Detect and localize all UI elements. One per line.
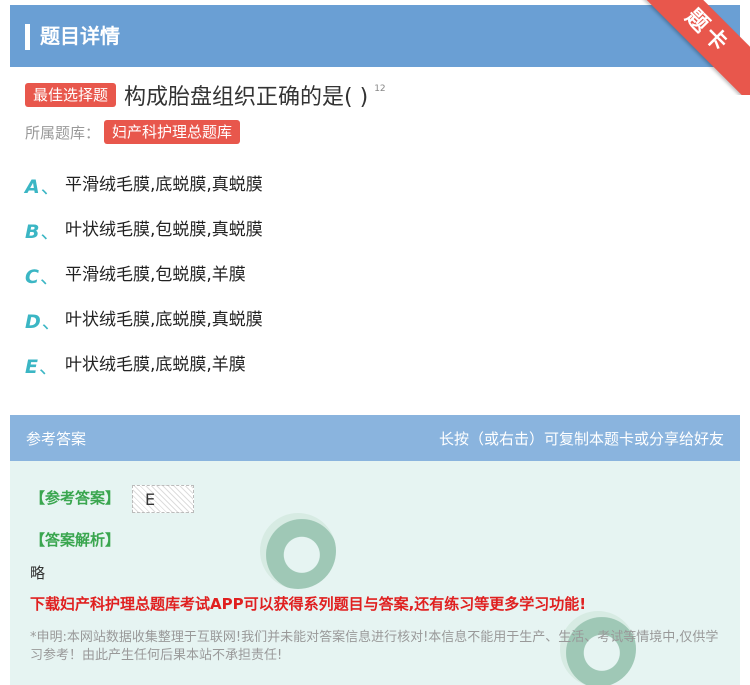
- option-a[interactable]: A、 平滑绒毛膜,底蜕膜,真蜕膜: [25, 172, 263, 217]
- option-b[interactable]: B、 叶状绒毛膜,包蜕膜,真蜕膜: [25, 217, 263, 262]
- share-hint: 长按（或右击）可复制本题卡或分享给好友: [438, 430, 724, 448]
- options-list: A、 平滑绒毛膜,底蜕膜,真蜕膜 B、 叶状绒毛膜,包蜕膜,真蜕膜 C、 平滑绒…: [25, 172, 263, 397]
- library-label: 所属题库：: [25, 123, 101, 142]
- option-e[interactable]: E、 叶状绒毛膜,底蜕膜,羊膜: [25, 352, 263, 397]
- option-text: 叶状绒毛膜,包蜕膜,真蜕膜: [65, 220, 263, 240]
- option-c[interactable]: C、 平滑绒毛膜,包蜕膜,羊膜: [25, 262, 263, 307]
- answer-section-title: 参考答案: [26, 430, 87, 448]
- page-header: 题目详情: [10, 5, 740, 67]
- watermark-logo-icon: [260, 513, 336, 589]
- option-text: 叶状绒毛膜,底蜕膜,真蜕膜: [65, 310, 263, 330]
- corner-ribbon: 题卡: [640, 0, 750, 95]
- ribbon-badge: 题卡: [640, 0, 750, 95]
- question-text: 构成胎盘组织正确的是( ): [124, 85, 369, 110]
- answer-header: 参考答案 长按（或右击）可复制本题卡或分享给好友: [10, 415, 740, 461]
- question-line: 最佳选择题 构成胎盘组织正确的是( ) 12: [25, 80, 386, 110]
- option-letter: C、: [25, 266, 59, 288]
- header-accent-bar: [25, 24, 30, 50]
- option-letter: D、: [25, 311, 61, 333]
- explanation-text: 略: [30, 564, 46, 582]
- page-title: 题目详情: [40, 24, 120, 48]
- answer-body: 【参考答案】 E 【答案解析】 略 下载妇产科护理总题库考试APP可以获得系列题…: [10, 461, 740, 685]
- option-text: 平滑绒毛膜,底蜕膜,真蜕膜: [65, 175, 263, 195]
- disclaimer-text: *申明:本网站数据收集整理于互联网!我们并未能对答案信息进行核对!本信息不能用于…: [30, 630, 719, 663]
- question-type-tag: 最佳选择题: [25, 83, 117, 107]
- ribbon-label: 题卡: [680, 4, 735, 59]
- app-promo-link[interactable]: 下载妇产科护理总题库考试APP可以获得系列题目与答案,还有练习等更多学习功能!: [30, 593, 586, 614]
- option-letter: A、: [25, 176, 60, 198]
- option-text: 平滑绒毛膜,包蜕膜,羊膜: [65, 265, 246, 285]
- explanation-label: 【答案解析】: [30, 531, 121, 549]
- answer-label: 【参考答案】: [30, 489, 121, 507]
- option-text: 叶状绒毛膜,底蜕膜,羊膜: [65, 355, 246, 375]
- answer-value: E: [132, 485, 194, 513]
- question-sup: 12: [374, 84, 386, 94]
- option-letter: B、: [25, 221, 60, 243]
- option-d[interactable]: D、 叶状绒毛膜,底蜕膜,真蜕膜: [25, 307, 263, 352]
- option-letter: E、: [25, 356, 58, 378]
- library-line: 所属题库： 妇产科护理总题库: [25, 120, 241, 144]
- library-tag[interactable]: 妇产科护理总题库: [104, 120, 241, 144]
